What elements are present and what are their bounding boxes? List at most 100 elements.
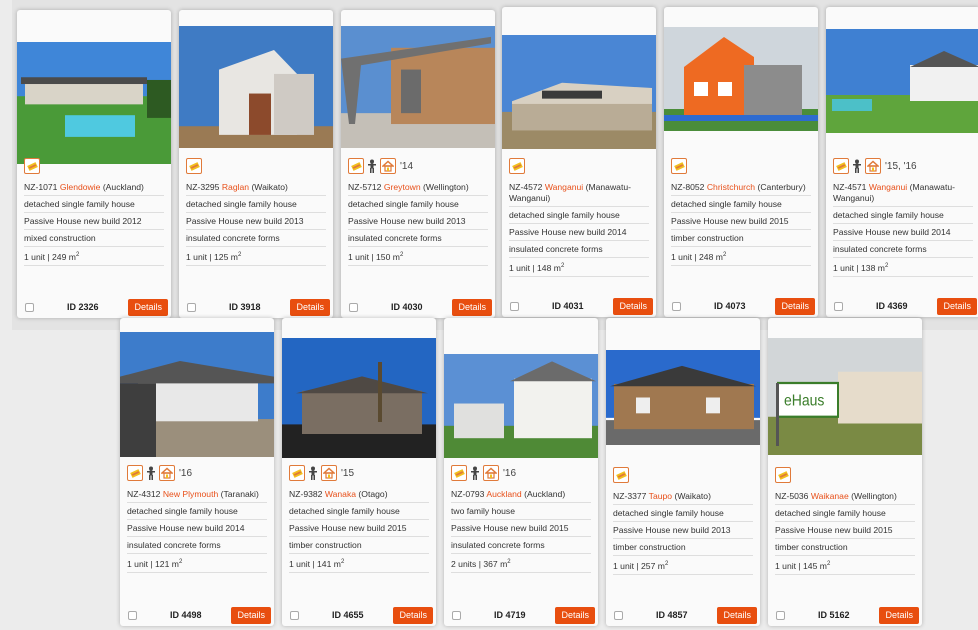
project-card[interactable]: NZ-8052 Christchurch (Canterbury) detache… bbox=[664, 7, 818, 317]
details-button[interactable]: Details bbox=[231, 606, 271, 624]
project-location: NZ-3295 Raglan (Waikato) bbox=[186, 179, 326, 196]
project-card[interactable]: '15 NZ-9382 Wanaka (Otago) detached single… bbox=[282, 318, 436, 626]
project-code: NZ-4312 bbox=[127, 488, 161, 499]
project-card[interactable]: '16 NZ-0793 Auckland (Auckland) two family… bbox=[444, 318, 598, 626]
details-button[interactable]: Details bbox=[879, 606, 919, 624]
project-location: NZ-8052 Christchurch (Canterbury) bbox=[671, 179, 811, 196]
compare-checkbox[interactable] bbox=[187, 302, 196, 312]
area-unit: m bbox=[392, 251, 400, 262]
certification-icons bbox=[186, 157, 326, 175]
compare-checkbox[interactable] bbox=[452, 610, 461, 620]
project-standard: Passive House new build 2013 bbox=[613, 522, 753, 539]
compare-checkbox[interactable] bbox=[290, 610, 299, 620]
project-standard: Passive House new build 2015 bbox=[289, 520, 429, 537]
project-card[interactable]: NZ-4572 Wanganui (Manawatu-Wanganui) deta… bbox=[502, 7, 656, 317]
details-button[interactable]: Details bbox=[290, 298, 330, 316]
house-photo[interactable]: eHaus bbox=[768, 338, 922, 455]
region-name: (Waikato) bbox=[249, 181, 288, 192]
open-house-icon bbox=[159, 465, 175, 481]
open-house-years: '15 bbox=[341, 467, 355, 479]
compare-checkbox[interactable] bbox=[776, 610, 785, 620]
house-photo[interactable] bbox=[444, 354, 598, 458]
units-text: 1 unit | 125 bbox=[186, 251, 231, 262]
project-card[interactable]: NZ-1071 Glendowie (Auckland) detached sin… bbox=[17, 10, 171, 318]
units-text: 1 unit | 138 bbox=[833, 262, 878, 273]
house-photo[interactable] bbox=[179, 26, 333, 148]
project-units-area: 1 unit | 138 m2 bbox=[833, 258, 973, 277]
details-button[interactable]: Details bbox=[775, 297, 815, 315]
house-photo[interactable] bbox=[120, 332, 274, 457]
project-location: NZ-5712 Greytown (Wellington) bbox=[348, 179, 488, 196]
region-name: (Wellington) bbox=[848, 490, 897, 501]
details-button[interactable]: Details bbox=[128, 298, 168, 316]
units-text: 1 unit | 150 bbox=[348, 251, 393, 262]
house-photo[interactable] bbox=[606, 350, 760, 445]
certification-icons bbox=[775, 466, 915, 484]
city-link[interactable]: Waikanae bbox=[811, 491, 849, 501]
details-button[interactable]: Details bbox=[937, 297, 977, 315]
city-link[interactable]: New Plymouth bbox=[163, 489, 218, 499]
details-button[interactable]: Details bbox=[393, 606, 433, 624]
area-unit: m bbox=[657, 560, 665, 571]
project-code: NZ-8052 bbox=[671, 181, 705, 192]
project-house-type: detached single family house bbox=[289, 503, 429, 520]
city-link[interactable]: Taupo bbox=[649, 491, 672, 501]
compare-checkbox[interactable] bbox=[128, 610, 137, 620]
passive-house-seal-icon bbox=[613, 467, 629, 483]
compare-checkbox[interactable] bbox=[834, 301, 843, 311]
details-button[interactable]: Details bbox=[613, 297, 653, 315]
project-units-area: 1 unit | 249 m2 bbox=[24, 247, 164, 266]
project-units-area: 1 unit | 145 m2 bbox=[775, 556, 915, 575]
project-card[interactable]: '16 NZ-4312 New Plymouth (Taranaki) detach… bbox=[120, 318, 274, 626]
area-exponent: 2 bbox=[664, 560, 669, 567]
details-button[interactable]: Details bbox=[717, 606, 757, 624]
project-units-area: 1 unit | 150 m2 bbox=[348, 247, 488, 266]
project-id: ID 3918 bbox=[229, 302, 261, 312]
house-photo[interactable] bbox=[826, 29, 978, 133]
project-id: ID 4030 bbox=[391, 302, 423, 312]
city-link[interactable]: Wanaka bbox=[325, 489, 356, 499]
project-card[interactable]: '14 NZ-5712 Greytown (Wellington) detached… bbox=[341, 10, 495, 318]
city-link[interactable]: Glendowie bbox=[60, 182, 101, 192]
passive-house-seal-icon bbox=[24, 158, 40, 174]
compare-checkbox[interactable] bbox=[349, 302, 358, 312]
city-link[interactable]: Wanganui bbox=[869, 182, 907, 192]
project-construction: timber construction bbox=[775, 539, 915, 556]
project-card[interactable]: eHaus NZ-5036 Waikanae (Wellington) detach… bbox=[768, 318, 922, 626]
house-photo[interactable] bbox=[502, 35, 656, 149]
person-icon bbox=[145, 465, 157, 481]
project-id: ID 4031 bbox=[552, 301, 584, 311]
passive-house-seal-icon bbox=[289, 465, 305, 481]
details-button[interactable]: Details bbox=[452, 298, 492, 316]
details-button[interactable]: Details bbox=[555, 606, 595, 624]
units-text: 1 unit | 145 bbox=[775, 560, 820, 571]
house-photo[interactable] bbox=[282, 338, 436, 458]
city-link[interactable]: Christchurch bbox=[707, 182, 755, 192]
region-name: (Canterbury) bbox=[755, 181, 806, 192]
compare-checkbox[interactable] bbox=[672, 301, 681, 311]
house-photo[interactable] bbox=[17, 42, 171, 164]
project-card[interactable]: '15, '16 NZ-4571 Wanganui (Manawatu-Wanga… bbox=[826, 7, 978, 317]
project-code: NZ-5712 bbox=[348, 181, 382, 192]
compare-checkbox[interactable] bbox=[510, 301, 519, 311]
project-house-type: detached single family house bbox=[613, 505, 753, 522]
project-location: NZ-1071 Glendowie (Auckland) bbox=[24, 179, 164, 196]
project-units-area: 1 unit | 248 m2 bbox=[671, 247, 811, 266]
project-card[interactable]: NZ-3295 Raglan (Waikato) detached single … bbox=[179, 10, 333, 318]
project-house-type: detached single family house bbox=[833, 207, 973, 224]
city-link[interactable]: Wanganui bbox=[545, 182, 583, 192]
house-photo[interactable] bbox=[664, 27, 818, 131]
project-units-area: 1 unit | 121 m2 bbox=[127, 554, 267, 573]
compare-checkbox[interactable] bbox=[25, 302, 34, 312]
passive-house-seal-icon bbox=[127, 465, 143, 481]
project-code: NZ-4572 bbox=[509, 181, 543, 192]
area-exponent: 2 bbox=[560, 262, 565, 269]
project-card[interactable]: NZ-3377 Taupo (Waikato) detached single f… bbox=[606, 318, 760, 626]
city-link[interactable]: Raglan bbox=[222, 182, 249, 192]
city-link[interactable]: Greytown bbox=[384, 182, 421, 192]
project-location: NZ-5036 Waikanae (Wellington) bbox=[775, 488, 915, 505]
project-code: NZ-3295 bbox=[186, 181, 220, 192]
house-photo[interactable] bbox=[341, 26, 495, 148]
compare-checkbox[interactable] bbox=[614, 610, 623, 620]
city-link[interactable]: Auckland bbox=[486, 489, 521, 499]
